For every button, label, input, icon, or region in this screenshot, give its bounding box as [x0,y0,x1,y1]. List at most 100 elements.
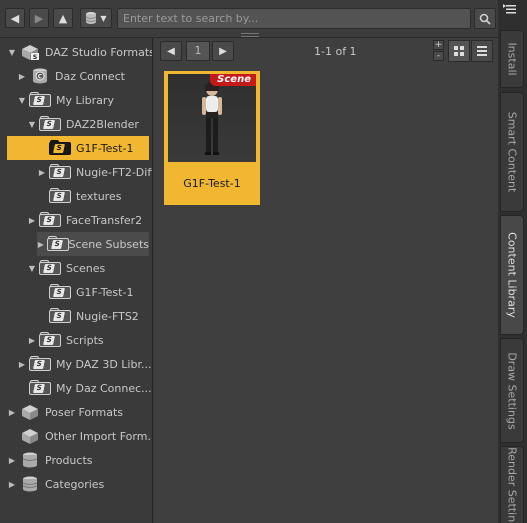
arrow-right-icon: ▶ [219,45,227,57]
folder-icon: S [46,236,69,251]
tree-item-label: Scene Subsets [68,237,149,251]
folder-icon: S [39,260,61,275]
next-page-button[interactable]: ▶ [212,41,234,61]
arrow-left-icon: ◀ [10,11,20,25]
zoom-in-button[interactable]: + [433,40,444,50]
tree-item-label: DAZ2Blender [66,117,139,131]
search-icon [479,13,491,25]
tab-label: Draw Settings [505,351,519,430]
tab-label: Install [505,42,519,76]
chevron-down-icon: ▼ [100,13,107,23]
tree-item-label: Categories [45,477,105,491]
collapse-arrow-icon[interactable]: ▼ [7,48,17,57]
expand-arrow-icon[interactable]: ▶ [17,72,27,81]
tree-item[interactable]: S G1F-Test-1 [7,136,149,160]
collapse-arrow-icon[interactable]: ▼ [17,96,27,105]
content-item-label: G1F-Test-1 [183,177,241,190]
search-button[interactable] [474,8,496,29]
content-tree: ▼ S DAZ Studio Formats ▶ C Daz Connect ▼ S My Li… [0,38,153,523]
collapse-arrow-icon[interactable]: ▼ [27,264,37,273]
expand-arrow-icon[interactable]: ▶ [17,360,27,369]
tree-item[interactable]: S G1F-Test-1 [37,280,133,304]
content-item-tile[interactable]: Scene G1F-Test-1 [164,71,260,205]
other-import-icon [19,426,41,446]
tree-item[interactable]: S My Daz Connec... [17,376,152,400]
expand-arrow-icon[interactable]: ▶ [7,480,17,489]
tab-draw-settings[interactable]: Draw Settings [500,338,524,443]
previous-page-button[interactable]: ◀ [160,41,182,61]
tree-item-label: My Library [56,93,114,107]
tab-install[interactable]: Install [500,30,524,88]
arrow-right-icon: ▶ [34,11,44,25]
arrow-left-icon: ◀ [167,45,175,57]
collapse-arrow-icon[interactable]: ▼ [27,120,37,129]
expand-arrow-icon[interactable]: ▶ [7,408,17,417]
tab-label: Smart Content [505,111,519,193]
panel-menu-button[interactable] [503,3,519,17]
tree-item[interactable]: ▶ S FaceTransfer2 [27,208,142,232]
tree-item[interactable]: ▼ S DAZ2Blender [27,112,139,136]
expand-arrow-icon[interactable]: ▶ [7,456,17,465]
arrow-up-icon: ▲ [58,11,68,25]
tree-item[interactable]: Other Import Form... [7,424,153,448]
tab-smart-content[interactable]: Smart Content [500,92,524,212]
tree-item-label: G1F-Test-1 [76,285,134,299]
forward-button[interactable]: ▶ [29,8,49,28]
folder-icon: S [39,332,61,347]
zoom-stepper[interactable]: + - [433,40,445,62]
scene-badge: Scene [210,74,256,86]
tree-item-label: My DAZ 3D Libr... [56,357,152,371]
categories-icon [19,474,41,494]
scene-thumbnail: Scene [168,74,256,162]
page-number-field[interactable]: 1 [186,41,210,61]
tree-item-label: Products [45,453,93,467]
tree-item[interactable]: S Nugie-FTS2 [37,304,139,328]
tab-render-settings[interactable]: Render Settings [500,446,524,523]
content-view: ◀ 1 ▶ 1-1 of 1 + - Scene G1F-Test-1 [154,38,498,523]
tree-item-label: Nugie-FT2-Diff [76,165,153,179]
tree-item[interactable]: ▶ S My DAZ 3D Libr... [17,352,151,376]
figure-thumbnail-image [202,81,222,155]
tree-item-label: My Daz Connec... [56,381,152,395]
expand-arrow-icon[interactable]: ▶ [37,168,47,177]
tree-item[interactable]: ▶ Categories [7,472,104,496]
folder-icon: S [49,164,71,179]
list-view-button[interactable] [471,40,493,62]
tree-item[interactable]: ▶ C Daz Connect [17,64,125,88]
tree-item[interactable]: ▼ S My Library [17,88,114,112]
tree-item[interactable]: ▶ S Scene Subsets [37,232,149,256]
back-button[interactable]: ◀ [5,8,25,28]
tree-item[interactable]: ▼ S DAZ Studio Formats [7,40,153,64]
tree-item[interactable]: Stextures [37,184,121,208]
tree-item-label: Scenes [66,261,106,275]
up-button[interactable]: ▲ [53,8,73,28]
tree-item[interactable]: ▶ Poser Formats [7,400,123,424]
splitter-handle[interactable] [241,33,259,37]
list-icon [477,46,487,56]
expand-arrow-icon[interactable]: ▶ [27,216,37,225]
tree-item[interactable]: ▶ S Nugie-FT2-Diff [37,160,153,184]
icon-view-button[interactable] [448,40,470,62]
tree-item-label: DAZ Studio Formats [45,45,153,59]
tree-item-label: Scripts [66,333,104,347]
tab-label: Render Settings [505,447,519,523]
svg-text:S: S [33,54,37,61]
products-icon [19,450,41,470]
tab-content-library[interactable]: Content Library [500,215,524,335]
grid-icon [454,46,464,56]
tree-item[interactable]: ▼ S Scenes [27,256,105,280]
folder-icon: S [39,212,61,227]
tab-label: Content Library [505,232,519,318]
tree-item-label: Other Import Form... [45,429,153,443]
tree-item[interactable]: ▶ S Scripts [27,328,104,352]
tree-item-label: FaceTransfer2 [66,213,143,227]
zoom-out-button[interactable]: - [433,51,444,61]
menu-icon [503,4,516,14]
daz-connect-icon: C [29,66,51,86]
expand-arrow-icon[interactable]: ▶ [27,336,37,345]
expand-arrow-icon[interactable]: ▶ [37,240,45,249]
database-menu-button[interactable]: ▼ [80,8,112,28]
tree-item[interactable]: ▶ Products [7,448,93,472]
folder-icon: S [29,92,51,107]
search-input[interactable]: Enter text to search by... [117,8,471,29]
